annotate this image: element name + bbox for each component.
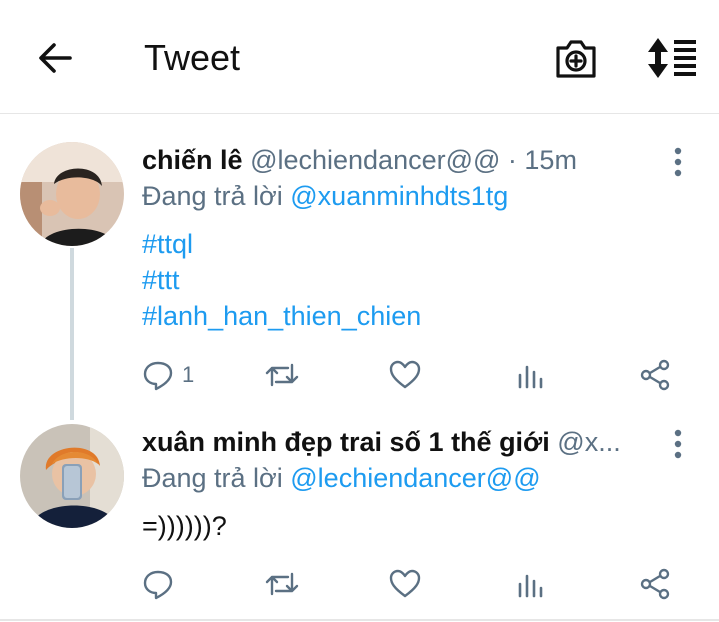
user-handle[interactable]: @x... (557, 427, 620, 457)
tweet-text: =))))))? (142, 511, 227, 541)
like-button[interactable] (388, 358, 422, 392)
analytics-button[interactable] (516, 567, 546, 601)
reply-count: 1 (182, 362, 195, 387)
user-handle[interactable]: @lechiendancer@@ (250, 145, 500, 175)
retweet-button[interactable] (264, 567, 300, 601)
top-app-bar: Tweet (0, 0, 719, 114)
replying-to: Đang trả lời @xuanminhdts1tg (142, 178, 508, 214)
avatar[interactable] (20, 142, 124, 246)
analytics-icon (518, 574, 543, 598)
divider (0, 619, 719, 621)
reply-icon (143, 361, 173, 391)
analytics-icon (518, 365, 543, 389)
more-options-icon[interactable] (666, 144, 690, 180)
page-title: Tweet (144, 37, 241, 78)
replying-to-label: Đang trả lời (142, 181, 291, 211)
share-button[interactable] (638, 567, 672, 601)
share-icon (640, 568, 670, 600)
tweet-header: xuân minh đẹp trai số 1 thế giới @x... (142, 424, 652, 460)
retweet-button[interactable] (264, 358, 300, 392)
arrow-left-icon[interactable] (34, 36, 78, 80)
tweet-text: #ttql #ttt #lanh_han_thien_chien (142, 226, 421, 334)
display-name[interactable]: chiến lê (142, 145, 243, 175)
more-options-icon[interactable] (666, 426, 690, 462)
retweet-icon (265, 572, 299, 596)
share-icon (640, 359, 670, 391)
camera-plus-icon[interactable] (552, 36, 600, 80)
timestamp: 15m (524, 145, 577, 175)
share-button[interactable] (638, 358, 672, 392)
avatar[interactable] (20, 424, 124, 528)
mention-link[interactable]: @xuanminhdts1tg (290, 181, 508, 211)
display-name[interactable]: xuân minh đẹp trai số 1 thế giới (142, 427, 550, 457)
like-button[interactable] (388, 567, 422, 601)
hashtag-link[interactable]: #ttql (142, 226, 421, 262)
sort-icon[interactable] (644, 36, 700, 80)
separator-dot: · (500, 145, 525, 175)
thread-line (70, 248, 74, 420)
reply-button[interactable]: 1 (142, 358, 194, 392)
heart-icon (389, 569, 421, 598)
tweet-header: chiến lê @lechiendancer@@ · 15m (142, 142, 652, 178)
reply-icon (143, 570, 173, 600)
reply-button[interactable] (142, 567, 174, 601)
hashtag-link[interactable]: #ttt (142, 262, 421, 298)
analytics-button[interactable] (516, 358, 546, 392)
mention-link[interactable]: @lechiendancer@@ (290, 463, 540, 493)
replying-to: Đang trả lời @lechiendancer@@ (142, 460, 541, 496)
replying-to-label: Đang trả lời (142, 463, 291, 493)
hashtag-link[interactable]: #lanh_han_thien_chien (142, 298, 421, 334)
heart-icon (389, 360, 421, 389)
retweet-icon (265, 363, 299, 387)
